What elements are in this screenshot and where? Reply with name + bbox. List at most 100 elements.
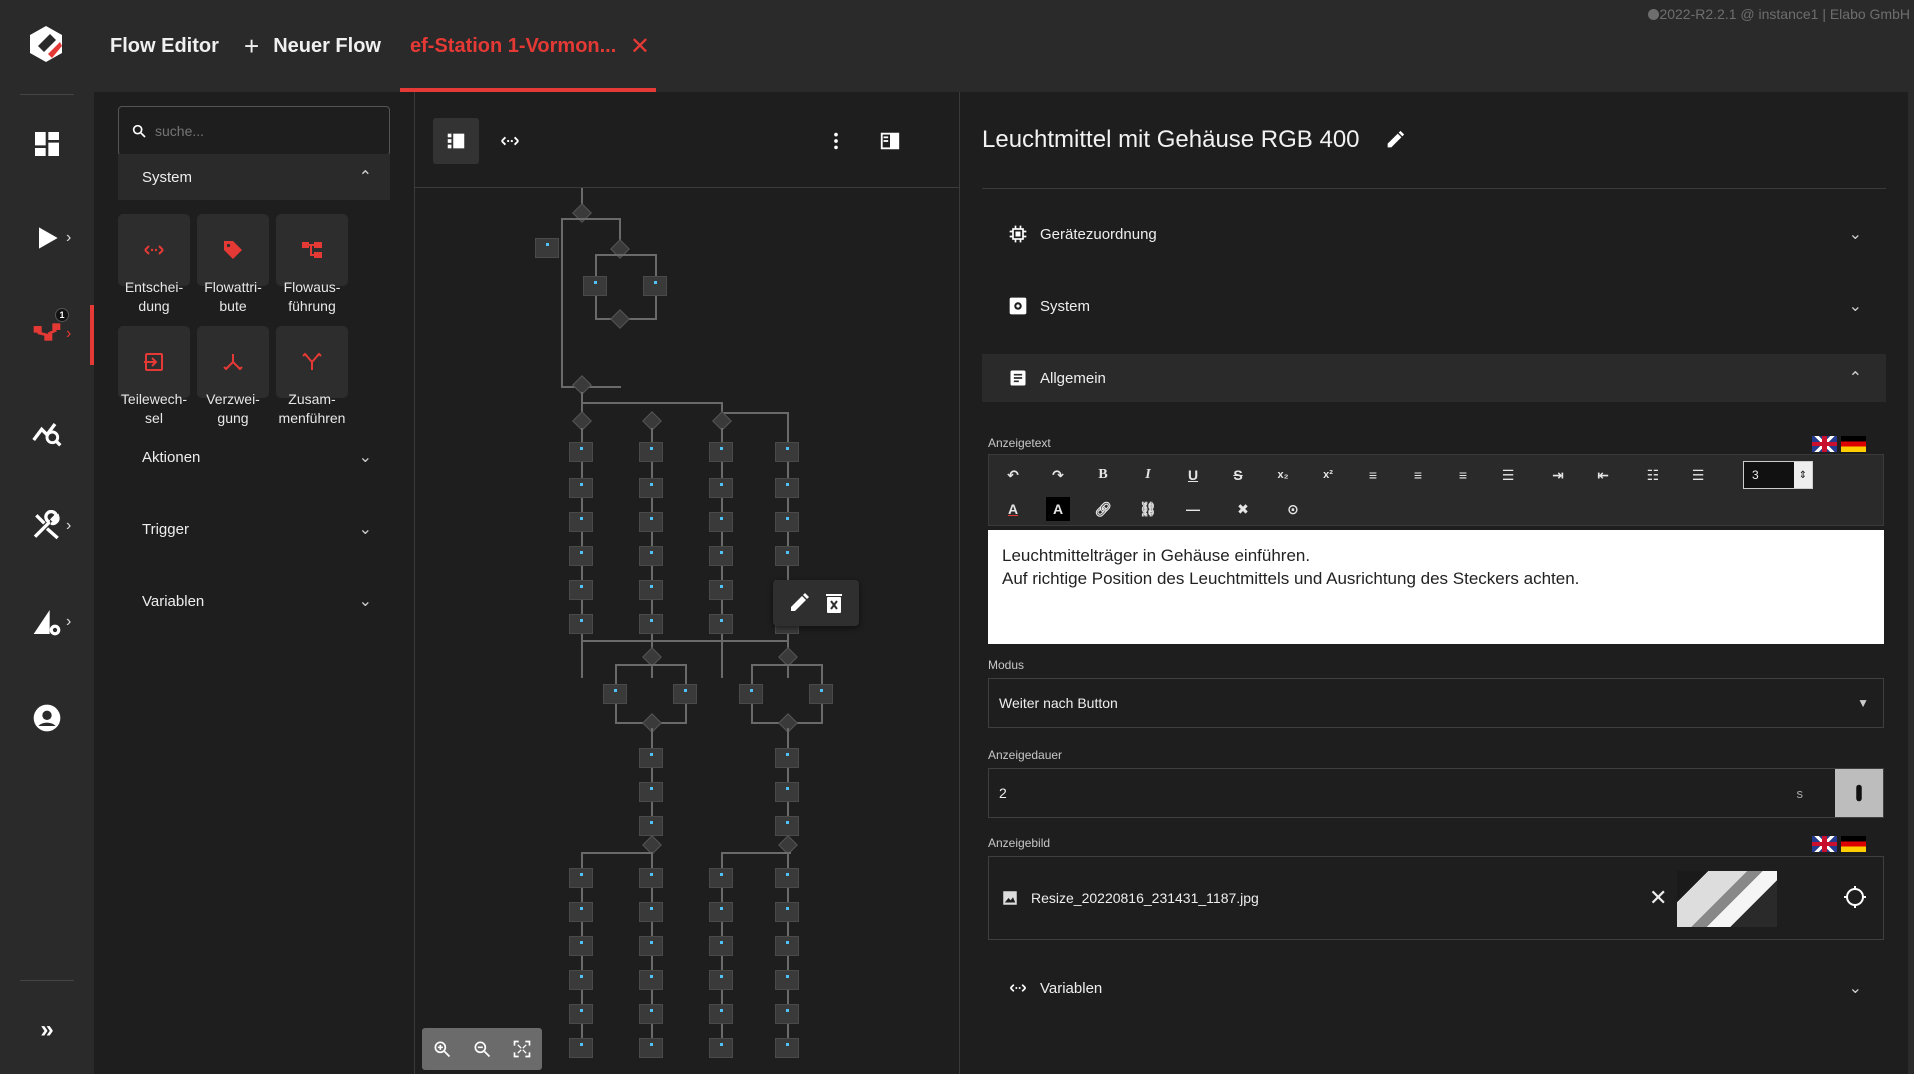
tools-icon [33,510,60,540]
pencil-icon[interactable] [787,591,811,615]
de-flag-icon[interactable] [1841,436,1866,452]
editor-line: Leuchtmittelträger in Gehäuse einführen. [1002,546,1311,565]
font-size-input[interactable]: 3 ⇕ [1743,461,1813,489]
duration-toggle-button[interactable] [1835,769,1883,817]
underline-icon[interactable]: U [1181,463,1205,487]
rail-expand[interactable]: » [0,1002,94,1058]
close-icon[interactable]: ✕ [630,32,650,61]
version-text: 2022-R2.2.1 @ instance1 | Elabo GmbH [1659,6,1910,22]
align-left-icon[interactable]: ≡ [1361,463,1385,487]
image-field[interactable]: Resize_20220816_231431_1187.jpg ✕ [988,856,1884,940]
tab-flow-editor[interactable]: Flow Editor [110,0,219,92]
search-input[interactable] [155,123,375,139]
section-system[interactable]: System ⌄ [982,282,1886,330]
bold-icon[interactable]: B [1091,463,1115,487]
align-right-icon[interactable]: ≡ [1451,463,1475,487]
uk-flag-icon[interactable] [1812,436,1837,452]
tile-flow-execution[interactable] [276,214,348,286]
align-justify-icon[interactable]: ☰ [1496,463,1520,487]
fit-screen-icon[interactable] [512,1039,532,1059]
tile-decision[interactable] [118,214,190,286]
align-center-icon[interactable]: ≡ [1406,463,1430,487]
scrollbar[interactable] [1908,92,1914,1074]
rail-dashboard[interactable] [0,116,94,172]
tile-label: Zusam-menführen [264,390,360,428]
section-variables[interactable]: Variablen ⌄ [982,964,1886,1012]
app-logo[interactable] [26,24,66,64]
tile-flow-attributes[interactable] [197,214,269,286]
strikethrough-icon[interactable]: S [1226,463,1250,487]
tile-label-line: Teilewech- [120,391,188,407]
rail-analytics[interactable] [0,404,94,460]
stopwatch-icon [1856,784,1862,802]
duration-unit: s [1796,785,1804,801]
section-device-assignment[interactable]: Gerätezuordnung ⌄ [982,210,1886,258]
code-view-button[interactable] [487,118,533,164]
zoom-out-icon[interactable] [472,1039,492,1059]
chevron-down-icon: ⌄ [1848,980,1862,997]
mode-select[interactable]: Weiter nach Button ▼ [988,678,1884,728]
redo-icon[interactable]: ↷ [1046,463,1070,487]
numbered-list-icon[interactable]: ☰ [1686,463,1710,487]
image-thumbnail[interactable] [1677,871,1777,927]
flow-graph[interactable] [415,188,961,1074]
merge-icon [302,352,322,370]
search-field[interactable] [118,106,390,156]
link-icon[interactable]: 🔗︎ [1091,497,1115,521]
crosshair-icon[interactable] [1843,885,1867,909]
clear-format-icon[interactable]: ✖ [1231,497,1255,521]
target-icon[interactable]: ⊙ [1281,497,1305,521]
horizontal-rule-icon[interactable]: — [1181,497,1205,521]
tile-part-change[interactable] [118,326,190,398]
chevron-down-icon: ⌄ [1848,226,1862,243]
tab-new-flow[interactable]: + Neuer Flow [244,0,381,92]
section-label: Variablen [142,592,205,610]
indent-icon[interactable]: ⇥ [1546,463,1570,487]
duration-input[interactable]: 2 s [988,768,1884,818]
pencil-icon[interactable] [1384,129,1406,151]
tab-label: ef-Station 1-Vormon... [410,34,617,57]
more-menu-button[interactable] [813,118,859,164]
rich-text-toolbar: ↶ ↷ B I U S x₂ x² ≡ ≡ ≡ ☰ ⇥ ⇤ ☷ ☰ 3 ⇕ A … [988,454,1884,526]
rail-run[interactable]: › [0,210,94,266]
section-actions[interactable]: Aktionen ⌄ [118,434,390,480]
tab-active-flow[interactable]: ef-Station 1-Vormon... ✕ [400,0,650,92]
close-icon[interactable]: ✕ [1649,885,1667,911]
flow-node[interactable] [583,276,607,296]
de-flag-icon[interactable] [1841,836,1866,852]
section-general[interactable]: Allgemein ⌃ [982,354,1886,402]
display-text-editor[interactable]: Leuchtmittelträger in Gehäuse einführen.… [988,530,1884,644]
unlink-icon[interactable]: ⛓︎ [1136,497,1160,521]
delete-icon[interactable] [822,591,846,615]
section-variables[interactable]: Variablen ⌄ [118,578,390,624]
mode-label: Modus [988,658,1025,672]
toggle-panel-button[interactable] [867,118,913,164]
rail-settings[interactable]: › [0,594,94,650]
flow-node-merge[interactable] [610,309,630,329]
flow-node[interactable] [535,238,559,258]
tile-branch[interactable] [197,326,269,398]
left-nav-rail: › › 1 › › » [0,0,94,1074]
chevron-down-icon: ⌄ [358,593,372,610]
rail-account[interactable] [0,690,94,746]
rail-flows[interactable]: › [0,306,94,362]
section-trigger[interactable]: Trigger ⌄ [118,506,390,552]
tile-merge[interactable] [276,326,348,398]
undo-icon[interactable]: ↶ [1001,463,1025,487]
mode-value: Weiter nach Button [999,695,1118,711]
section-system[interactable]: System ⌃ [118,154,390,200]
bullet-list-icon[interactable]: ☷ [1641,463,1665,487]
italic-icon[interactable]: I [1136,463,1160,487]
rail-tools[interactable]: › [0,498,94,554]
settings-box-icon [1009,297,1027,315]
list-view-button[interactable] [433,118,479,164]
highlight-color-icon[interactable]: A [1046,497,1070,521]
zoom-in-icon[interactable] [432,1039,452,1059]
subscript-icon[interactable]: x₂ [1271,463,1295,487]
flow-node[interactable] [643,276,667,296]
superscript-icon[interactable]: x² [1316,463,1340,487]
uk-flag-icon[interactable] [1812,836,1837,852]
spinner-icon[interactable]: ⇕ [1794,462,1812,488]
outdent-icon[interactable]: ⇤ [1591,463,1615,487]
text-color-icon[interactable]: A [1001,497,1025,521]
